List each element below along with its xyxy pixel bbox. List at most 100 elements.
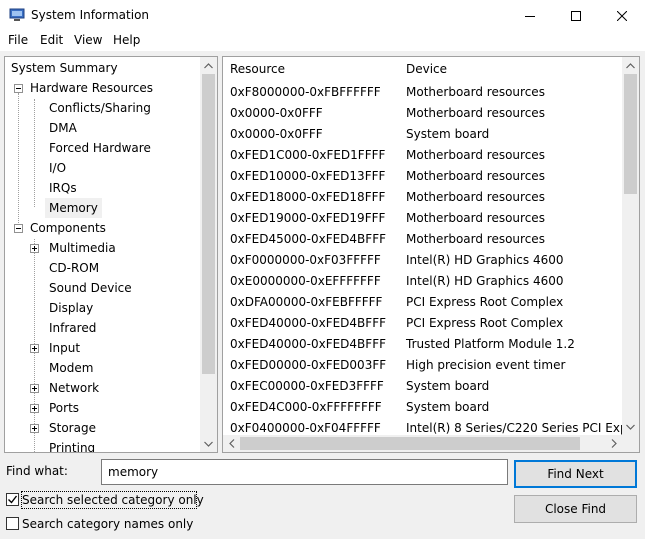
list-horizontal-scrollbar[interactable] — [223, 435, 622, 452]
close-find-button[interactable]: Close Find — [514, 495, 637, 523]
expand-icon[interactable] — [30, 424, 39, 433]
tree-scrollbar[interactable] — [200, 57, 217, 452]
expand-icon[interactable] — [30, 384, 39, 393]
tree-item-memory[interactable]: Memory — [45, 198, 102, 218]
scroll-up-arrow[interactable] — [200, 57, 217, 74]
tree-scroll-thumb[interactable] — [202, 74, 215, 374]
table-row[interactable]: 0xFED45000-0xFED4BFFF Motherboard resourc… — [223, 229, 622, 250]
menu-file[interactable]: File — [8, 33, 28, 47]
resource-list[interactable]: Resource Device 0xF8000000-0xFBFFFFFF Mot… — [222, 56, 640, 453]
menu-bar: File Edit View Help — [0, 31, 645, 51]
device-cell: Motherboard resources — [406, 169, 545, 183]
resource-cell: 0xE0000000-0xEFFFFFFF — [230, 274, 381, 288]
title-bar: System Information — [0, 0, 645, 31]
table-row[interactable]: 0xF8000000-0xFBFFFFFF Motherboard resourc… — [223, 82, 622, 103]
expand-icon[interactable] — [30, 344, 39, 353]
expand-icon[interactable] — [30, 244, 39, 253]
resource-cell: 0xFEC00000-0xFED3FFFF — [230, 379, 384, 393]
tree-item-input[interactable]: Input — [49, 338, 80, 358]
column-header-resource[interactable]: Resource — [223, 57, 399, 82]
table-row[interactable]: 0xFED19000-0xFED19FFF Motherboard resourc… — [223, 208, 622, 229]
list-hscroll-thumb[interactable] — [240, 437, 580, 450]
tree-item-multimedia[interactable]: Multimedia — [49, 238, 116, 258]
scroll-right-arrow[interactable] — [605, 435, 622, 452]
device-cell: System board — [406, 379, 490, 393]
device-cell: Motherboard resources — [406, 106, 545, 120]
tree-item-ports[interactable]: Ports — [49, 398, 79, 418]
maximize-button[interactable] — [553, 0, 599, 31]
category-tree[interactable]: System Summary Hardware Resources Confli… — [4, 56, 218, 453]
table-row[interactable]: 0xFED18000-0xFED18FFF Motherboard resourc… — [223, 187, 622, 208]
device-cell: Motherboard resources — [406, 190, 545, 204]
table-row[interactable]: 0xFED40000-0xFED4BFFF PCI Express Root Co… — [223, 313, 622, 334]
search-names-label[interactable]: Search category names only — [22, 517, 193, 531]
device-cell: Trusted Platform Module 1.2 — [406, 337, 575, 351]
table-row[interactable]: 0xFED1C000-0xFED1FFFF Motherboard resourc… — [223, 145, 622, 166]
tree-item-sound-device[interactable]: Sound Device — [49, 278, 132, 298]
scroll-down-arrow[interactable] — [200, 435, 217, 452]
tree-item-components[interactable]: Components — [30, 218, 106, 238]
menu-edit[interactable]: Edit — [40, 33, 63, 47]
table-row[interactable]: 0xFEC00000-0xFED3FFFF System board — [223, 376, 622, 397]
tree-item-modem[interactable]: Modem — [49, 358, 93, 378]
minimize-button[interactable] — [507, 0, 553, 31]
table-row[interactable]: 0xE0000000-0xEFFFFFFF Intel(R) HD Graphic… — [223, 271, 622, 292]
tree-item-conflicts-sharing[interactable]: Conflicts/Sharing — [49, 98, 151, 118]
tree-item-printing[interactable]: Printing — [49, 438, 95, 452]
menu-view[interactable]: View — [74, 33, 102, 47]
tree-item-cd-rom[interactable]: CD-ROM — [49, 258, 99, 278]
table-row[interactable]: 0x0000-0x0FFF System board — [223, 124, 622, 145]
menu-help[interactable]: Help — [113, 33, 140, 47]
find-what-input[interactable]: memory — [101, 459, 508, 485]
minimize-icon — [525, 15, 535, 17]
device-cell: Motherboard resources — [406, 232, 545, 246]
expand-icon[interactable] — [30, 404, 39, 413]
list-vertical-scrollbar[interactable] — [622, 57, 639, 435]
resource-cell: 0x0000-0x0FFF — [230, 127, 323, 141]
tree-item-infrared[interactable]: Infrared — [49, 318, 96, 338]
table-row[interactable]: 0xFED40000-0xFED4BFFF Trusted Platform Mo… — [223, 334, 622, 355]
tree-item-display[interactable]: Display — [49, 298, 93, 318]
device-cell: Motherboard resources — [406, 85, 545, 99]
device-cell: Intel(R) HD Graphics 4600 — [406, 274, 564, 288]
device-cell: PCI Express Root Complex — [406, 295, 564, 309]
chevron-up-icon — [204, 62, 213, 68]
scroll-corner — [622, 435, 639, 452]
tree-item-system-summary[interactable]: System Summary — [11, 58, 118, 78]
tree-item-forced-hardware[interactable]: Forced Hardware — [49, 138, 151, 158]
device-cell: Motherboard resources — [406, 148, 545, 162]
scroll-down-arrow[interactable] — [622, 418, 639, 435]
chevron-left-icon — [228, 439, 234, 448]
search-selected-checkbox[interactable] — [6, 493, 19, 506]
table-row[interactable]: 0x0000-0x0FFF Motherboard resources — [223, 103, 622, 124]
collapse-icon[interactable] — [14, 84, 23, 93]
table-row[interactable]: 0xFED4C000-0xFFFFFFFF System board — [223, 397, 622, 418]
tree-item-irqs[interactable]: IRQs — [49, 178, 77, 198]
resource-cell: 0xFED40000-0xFED4BFFF — [230, 316, 386, 330]
resource-cell: 0xFED45000-0xFED4BFFF — [230, 232, 386, 246]
resource-cell: 0xFED10000-0xFED13FFF — [230, 169, 386, 183]
resource-cell: 0xFED40000-0xFED4BFFF — [230, 337, 386, 351]
find-next-button[interactable]: Find Next — [514, 460, 637, 488]
chevron-right-icon — [611, 439, 617, 448]
tree-item-network[interactable]: Network — [49, 378, 99, 398]
table-row[interactable]: 0xDFA00000-0xFEBFFFFF PCI Express Root Co… — [223, 292, 622, 313]
scroll-left-arrow[interactable] — [223, 435, 240, 452]
column-header-device[interactable]: Device — [399, 57, 623, 82]
close-button[interactable] — [599, 0, 645, 31]
tree-item-io[interactable]: I/O — [49, 158, 66, 178]
chevron-down-icon — [204, 441, 213, 447]
tree-item-hardware-resources[interactable]: Hardware Resources — [30, 78, 153, 98]
find-what-label: Find what: — [6, 464, 68, 478]
scroll-up-arrow[interactable] — [622, 57, 639, 74]
collapse-icon[interactable] — [14, 224, 23, 233]
table-row[interactable]: 0xF0000000-0xF03FFFFF Intel(R) HD Graphic… — [223, 250, 622, 271]
search-selected-label[interactable]: Search selected category only — [22, 493, 204, 507]
table-row[interactable]: 0xFED10000-0xFED13FFF Motherboard resourc… — [223, 166, 622, 187]
list-scroll-thumb[interactable] — [624, 74, 637, 194]
table-row[interactable]: 0xFED00000-0xFED003FF High precision even… — [223, 355, 622, 376]
search-names-checkbox[interactable] — [6, 517, 19, 530]
chevron-up-icon — [626, 62, 635, 68]
tree-item-dma[interactable]: DMA — [49, 118, 77, 138]
tree-item-storage[interactable]: Storage — [49, 418, 96, 438]
